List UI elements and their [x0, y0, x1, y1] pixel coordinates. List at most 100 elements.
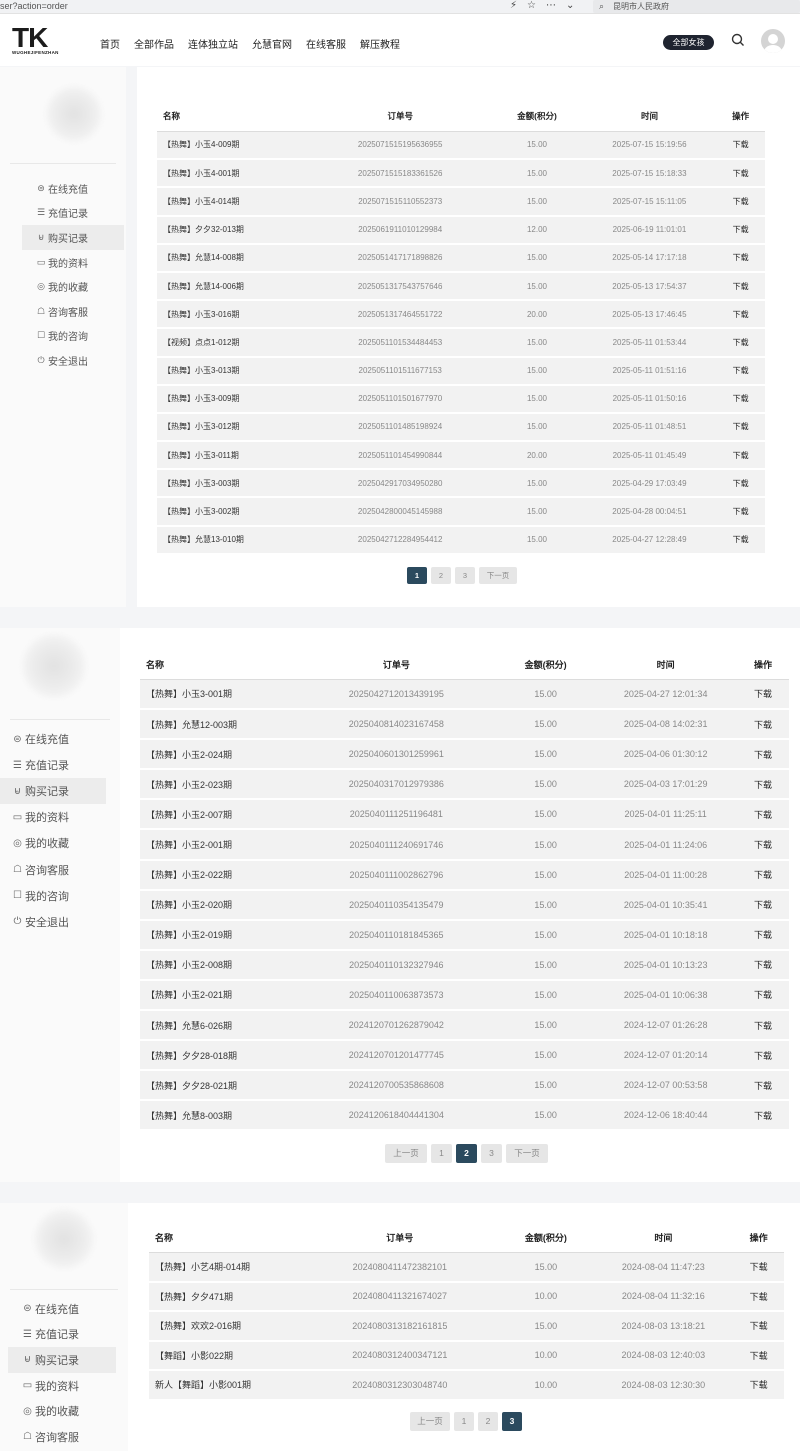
download-link[interactable]: 下载 [716, 328, 765, 358]
next-page-button[interactable]: 下一页 [506, 1144, 548, 1163]
sidebar-item[interactable]: ☰ 充值记录 [0, 752, 106, 778]
download-link[interactable]: 下载 [733, 1252, 784, 1283]
order-name: 【热舞】小玉3-011期 [157, 441, 309, 471]
sidebar-item[interactable]: ⏻ 安全退出 [0, 909, 106, 935]
download-link[interactable]: 下载 [716, 271, 765, 302]
page-button[interactable]: 1 [454, 1412, 474, 1431]
bag-icon: ⊌ [13, 785, 22, 797]
page-button[interactable]: 1 [407, 567, 427, 584]
sidebar-item[interactable]: ☐ 我的咨询 [22, 324, 124, 349]
sidebar-item[interactable]: ◎ 我的收藏 [0, 830, 106, 856]
download-link[interactable]: 下载 [737, 709, 789, 741]
download-link[interactable]: 下载 [737, 769, 789, 801]
download-link[interactable]: 下载 [716, 412, 765, 443]
bookmark-star-icon[interactable]: ☆ [527, 0, 546, 11]
profile-avatar[interactable] [46, 86, 102, 142]
order-number: 2025040110063873573 [295, 979, 497, 1012]
category-button[interactable]: 全部女孩 [663, 35, 714, 50]
download-link[interactable]: 下载 [716, 525, 765, 555]
sidebar-item[interactable]: ⏻ 安全退出 [22, 348, 124, 373]
sidebar-item[interactable]: ◎ 我的收藏 [8, 1398, 116, 1424]
download-link[interactable]: 下载 [733, 1311, 784, 1342]
sidebar-item[interactable]: ☖ 咨询客服 [8, 1424, 116, 1450]
prev-page-button[interactable]: 上一页 [385, 1144, 427, 1163]
browser-search-box[interactable]: ⌕ 昆明市人民政府 [593, 0, 800, 13]
download-link[interactable]: 下载 [716, 187, 765, 217]
profile-avatar[interactable] [22, 634, 86, 698]
page-button[interactable]: 1 [431, 1144, 452, 1163]
sidebar-item[interactable]: ▭ 我的资料 [22, 250, 124, 275]
nav-link[interactable]: 允慧官网 [252, 40, 292, 51]
chevron-down-icon[interactable]: ⌄ [566, 0, 584, 11]
search-icon[interactable] [730, 32, 746, 48]
sidebar-item[interactable]: ⊌ 购买记录 [22, 225, 124, 250]
page-button[interactable]: 2 [478, 1412, 498, 1431]
sidebar-item[interactable]: ☖ 咨询客服 [22, 299, 124, 324]
download-link[interactable]: 下载 [733, 1281, 784, 1312]
sidebar-item[interactable]: ▭ 我的资料 [0, 804, 106, 830]
extension-icon[interactable]: ⚡ [510, 0, 527, 11]
address-bar[interactable]: ser?action=order [0, 1, 68, 11]
download-link[interactable]: 下载 [733, 1340, 784, 1371]
profile-avatar[interactable] [34, 1209, 94, 1269]
download-link[interactable]: 下载 [716, 497, 765, 527]
download-link[interactable]: 下载 [716, 243, 765, 273]
sidebar-item[interactable]: ⊜ 在线充值 [0, 726, 106, 752]
download-link[interactable]: 下载 [737, 919, 789, 951]
download-link[interactable]: 下载 [737, 829, 789, 861]
orders-table: 名称 订单号 金额(积分) 时间 操作 【热舞】小艺4期-014期 202408041147… [149, 1223, 784, 1401]
download-link[interactable]: 下载 [716, 159, 765, 189]
download-link[interactable]: 下载 [716, 441, 765, 471]
nav-link[interactable]: 解压教程 [360, 40, 400, 51]
order-time: 2025-05-11 01:45:49 [582, 441, 717, 471]
download-link[interactable]: 下载 [716, 131, 765, 161]
download-link[interactable]: 下载 [737, 949, 789, 981]
sidebar-item[interactable]: ◎ 我的收藏 [22, 274, 124, 299]
user-avatar[interactable] [761, 29, 785, 53]
sidebar-item[interactable]: ☰ 充值记录 [22, 201, 124, 226]
sidebar-item[interactable]: ⊌ 购买记录 [8, 1347, 116, 1373]
sidebar-item[interactable]: ☖ 咨询客服 [0, 856, 106, 882]
column-header: 名称 [140, 650, 296, 680]
download-link[interactable]: 下载 [737, 859, 789, 891]
sidebar-item[interactable]: ☰ 充值记录 [8, 1322, 116, 1348]
prev-page-button[interactable]: 上一页 [410, 1412, 450, 1431]
nav-link[interactable]: 在线客服 [306, 40, 346, 51]
star-circle-icon: ◎ [37, 281, 45, 292]
download-link[interactable]: 下载 [716, 384, 765, 414]
download-link[interactable]: 下载 [737, 1010, 789, 1042]
download-link[interactable]: 下载 [737, 799, 789, 831]
download-link[interactable]: 下载 [737, 1070, 789, 1102]
download-link[interactable]: 下载 [716, 300, 765, 330]
download-link[interactable]: 下载 [716, 215, 765, 245]
site-logo[interactable]: TK WUGHEJIFENZHAN [12, 24, 74, 58]
page-button[interactable]: 3 [455, 567, 475, 584]
download-link[interactable]: 下载 [716, 469, 765, 499]
download-link[interactable]: 下载 [716, 356, 765, 386]
download-link[interactable]: 下载 [737, 1040, 789, 1072]
nav-link[interactable]: 全部作品 [134, 40, 174, 51]
column-header: 名称 [157, 102, 309, 132]
next-page-button[interactable]: 下一页 [479, 567, 517, 584]
download-link[interactable]: 下载 [737, 889, 789, 921]
sidebar-item[interactable]: ⊌ 购买记录 [0, 778, 106, 805]
page-button[interactable]: 3 [502, 1412, 522, 1431]
sidebar-item[interactable]: ☐ 我的咨询 [0, 883, 106, 909]
nav-link[interactable]: 首页 [100, 40, 120, 51]
download-link[interactable]: 下载 [737, 979, 789, 1012]
page-button[interactable]: 3 [481, 1144, 502, 1163]
download-link[interactable]: 下载 [737, 679, 789, 711]
download-link[interactable]: 下载 [737, 739, 789, 771]
download-link[interactable]: 下载 [733, 1370, 784, 1401]
sidebar-item[interactable]: ▭ 我的资料 [8, 1373, 116, 1399]
sidebar-item[interactable]: ⊜ 在线充值 [8, 1296, 116, 1322]
page-button[interactable]: 2 [431, 567, 451, 584]
nav-link[interactable]: 连体独立站 [188, 40, 238, 51]
order-number: 2025042712284954412 [309, 525, 492, 555]
download-link[interactable]: 下载 [737, 1100, 789, 1132]
sidebar-item[interactable]: ⊜ 在线充值 [22, 176, 124, 201]
sidebar-item-label: 我的收藏 [35, 1406, 79, 1419]
more-icon[interactable]: ⋯ [546, 0, 566, 11]
page-button[interactable]: 2 [456, 1144, 477, 1163]
order-name: 【热舞】允慧6-026期 [140, 1010, 296, 1042]
